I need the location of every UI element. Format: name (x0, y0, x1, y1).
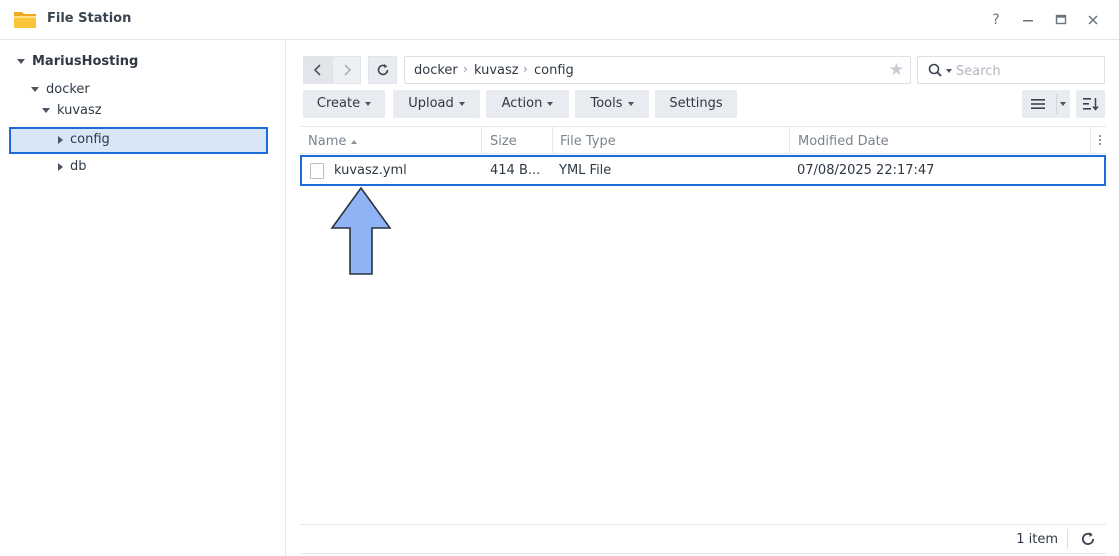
chevron-down-icon[interactable] (17, 59, 25, 64)
chevron-down-icon[interactable] (31, 87, 39, 92)
upload-button[interactable]: Upload (393, 90, 480, 118)
tree-item-db[interactable]: db (58, 156, 87, 178)
upload-label: Upload (408, 96, 454, 111)
table-row[interactable]: kuvasz.yml 414 B... YML File 07/08/2025 … (300, 155, 1106, 186)
file-icon (310, 163, 324, 179)
close-button[interactable] (1083, 10, 1103, 30)
tree-item-docker[interactable]: docker (31, 79, 90, 101)
breadcrumb-item-config[interactable]: config (534, 63, 574, 78)
refresh-button[interactable] (368, 56, 397, 84)
file-modified-date: 07/08/2025 22:17:47 (797, 163, 935, 178)
chevron-right-icon[interactable] (58, 135, 63, 144)
tree-root-mariushosting[interactable]: MariusHosting (17, 51, 138, 73)
dropdown-caret-icon[interactable] (1060, 102, 1066, 106)
breadcrumb-item-kuvasz[interactable]: kuvasz (474, 63, 519, 78)
tree-item-label: docker (46, 82, 90, 97)
tools-label: Tools (590, 96, 623, 111)
breadcrumb-separator-icon: › (523, 62, 528, 76)
main-pane: docker › kuvasz › config ★ Create Upload… (287, 40, 1119, 556)
breadcrumb[interactable]: docker › kuvasz › config ★ (404, 56, 911, 84)
refresh-icon (377, 64, 388, 76)
tree-item-label: kuvasz (57, 103, 102, 118)
dropdown-caret-icon (627, 101, 634, 106)
close-icon (1088, 15, 1098, 25)
refresh-icon[interactable] (1080, 531, 1096, 547)
action-button[interactable]: Action (486, 90, 569, 118)
search-icon[interactable] (928, 63, 942, 77)
dropdown-caret-icon (365, 101, 372, 106)
minimize-button[interactable] (1018, 10, 1038, 30)
dropdown-caret-icon (547, 101, 554, 106)
help-button[interactable]: ? (986, 10, 1006, 30)
column-divider[interactable] (552, 127, 553, 154)
status-bar: 1 item (300, 524, 1106, 554)
status-divider (1067, 529, 1068, 549)
sort-ascending-icon (351, 139, 358, 144)
chevron-right-icon (343, 64, 351, 76)
up-arrow-annotation-icon (330, 186, 392, 275)
column-divider[interactable] (789, 127, 790, 154)
column-header-size[interactable]: Size (490, 134, 517, 149)
breadcrumb-item-docker[interactable]: docker (414, 63, 458, 78)
list-view-icon (1031, 99, 1045, 109)
create-label: Create (316, 96, 361, 111)
tree-root-label: MariusHosting (32, 54, 139, 69)
tree-selection-highlight (9, 127, 268, 154)
tree-item-kuvasz[interactable]: kuvasz (42, 100, 102, 122)
column-header-name[interactable]: Name (308, 134, 358, 149)
column-header-modified[interactable]: Modified Date (798, 134, 889, 149)
maximize-button[interactable] (1051, 10, 1071, 30)
file-type: YML File (559, 163, 612, 178)
tree-item-label: config (70, 132, 110, 147)
chevron-down-icon[interactable] (42, 108, 50, 113)
favorite-star-icon[interactable]: ★ (889, 60, 904, 80)
minimize-icon (1023, 20, 1033, 22)
forward-button[interactable] (332, 56, 361, 84)
file-list-header: Name Size File Type Modified Date (300, 126, 1106, 154)
column-divider[interactable] (1090, 127, 1091, 154)
file-station-window: File Station ? MariusHosting docker kuva… (0, 0, 1119, 556)
item-count: 1 item (1016, 532, 1058, 547)
chevron-right-icon[interactable] (58, 162, 63, 171)
tools-button[interactable]: Tools (575, 90, 649, 118)
sort-icon (1083, 98, 1099, 111)
create-button[interactable]: Create (303, 90, 385, 118)
file-size: 414 B... (490, 163, 541, 178)
tree-item-config[interactable]: config (58, 129, 110, 151)
file-station-folder-icon (14, 12, 36, 28)
search-box[interactable] (917, 56, 1105, 84)
search-input[interactable] (956, 61, 1096, 81)
back-button[interactable] (303, 56, 332, 84)
column-name-label: Name (308, 134, 347, 149)
sort-button[interactable] (1076, 90, 1105, 118)
file-list: Name Size File Type Modified Date kuvasz… (300, 126, 1106, 556)
view-divider (1056, 94, 1057, 114)
column-options-icon[interactable] (1098, 133, 1102, 147)
file-name: kuvasz.yml (334, 163, 407, 178)
search-options-caret-icon[interactable] (946, 69, 952, 73)
chevron-left-icon (313, 64, 321, 76)
breadcrumb-separator-icon: › (463, 62, 468, 76)
column-divider[interactable] (481, 127, 482, 154)
action-label: Action (501, 96, 543, 111)
view-mode-button[interactable] (1022, 90, 1070, 118)
window-title: File Station (47, 11, 132, 26)
folder-tree-sidebar: MariusHosting docker kuvasz config db (0, 40, 286, 556)
column-header-type[interactable]: File Type (560, 134, 616, 149)
maximize-icon (1055, 14, 1067, 25)
tree-item-label: db (70, 159, 87, 174)
settings-button[interactable]: Settings (655, 90, 737, 118)
settings-label: Settings (669, 96, 723, 111)
title-bar: File Station ? (0, 0, 1119, 40)
dropdown-caret-icon (458, 101, 465, 106)
